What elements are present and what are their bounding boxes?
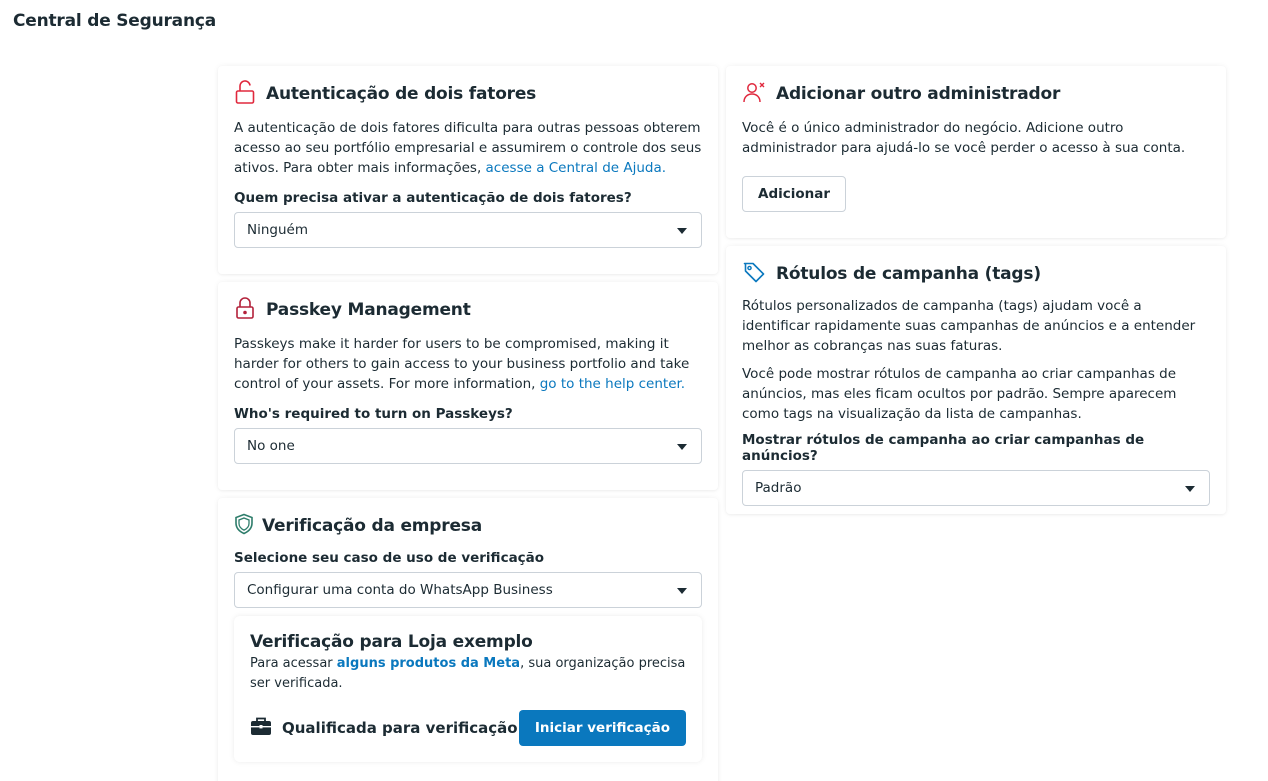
passkey-header: Passkey Management <box>234 296 702 324</box>
two-factor-card: Autenticação de dois fatores A autentica… <box>218 66 718 274</box>
meta-products-link[interactable]: alguns produtos da Meta <box>337 656 520 671</box>
eligibility-status-text: Qualificada para verificação <box>282 719 518 737</box>
person-x-icon <box>742 80 766 108</box>
two-factor-help-link[interactable]: acesse a Central de Ajuda. <box>486 160 667 176</box>
verification-selected: Configurar uma conta do WhatsApp Busines… <box>247 582 553 598</box>
tags-select[interactable]: Padrão <box>742 470 1210 506</box>
two-factor-select[interactable]: Ninguém <box>234 212 702 248</box>
tags-description-1: Rótulos personalizados de campanha (tags… <box>742 298 1196 354</box>
eligibility-status: Qualificada para verificação <box>250 716 518 740</box>
unlock-icon <box>234 80 256 108</box>
two-factor-header: Autenticação de dois fatores <box>234 80 702 108</box>
tag-icon <box>742 260 766 288</box>
verification-card: Verificação da empresa Selecione seu cas… <box>218 498 718 781</box>
chevron-down-icon <box>677 588 687 594</box>
verification-inner-text-before: Para acessar <box>250 656 337 671</box>
admin-actions: Adicionar <box>742 176 1210 212</box>
shield-icon <box>234 513 254 539</box>
admin-description: Você é o único administrador do negócio.… <box>742 120 1186 156</box>
admin-card: Adicionar outro administrador Você é o ú… <box>726 66 1226 238</box>
passkey-question: Who's required to turn on Passkeys? <box>234 406 513 422</box>
passkey-select[interactable]: No one <box>234 428 702 464</box>
passkey-help-link[interactable]: go to the help center. <box>540 376 685 392</box>
padlock-icon <box>234 296 256 324</box>
verification-inner-row: Qualificada para verificação Iniciar ver… <box>250 710 686 746</box>
page-title: Central de Segurança <box>13 11 217 31</box>
start-verification-button[interactable]: Iniciar verificação <box>518 710 686 746</box>
admin-title: Adicionar outro administrador <box>776 84 1061 104</box>
tags-selected: Padrão <box>755 480 802 496</box>
two-factor-question: Quem precisa ativar a autenticação de do… <box>234 190 632 206</box>
tags-title: Rótulos de campanha (tags) <box>776 264 1041 284</box>
passkey-description: Passkeys make it harder for users to be … <box>234 334 702 394</box>
verification-inner-card: Verificação para Loja exemplo Para acess… <box>234 616 702 762</box>
two-factor-selected: Ninguém <box>247 222 308 238</box>
tags-card: Rótulos de campanha (tags) Rótulos perso… <box>726 246 1226 514</box>
chevron-down-icon <box>677 228 687 234</box>
verification-title: Verificação da empresa <box>262 516 482 536</box>
tags-question: Mostrar rótulos de campanha ao criar cam… <box>742 432 1145 464</box>
verification-header: Verificação da empresa <box>234 513 702 539</box>
tags-header: Rótulos de campanha (tags) <box>742 262 1210 286</box>
admin-header: Adicionar outro administrador <box>742 82 1210 106</box>
chevron-down-icon <box>677 444 687 450</box>
passkey-title: Passkey Management <box>266 300 471 320</box>
verification-label: Selecione seu caso de uso de verificação <box>234 550 545 566</box>
verification-inner-text: Para acessar alguns produtos da Meta, su… <box>250 654 686 694</box>
passkey-card: Passkey Management Passkeys make it hard… <box>218 282 718 490</box>
verification-select[interactable]: Configurar uma conta do WhatsApp Busines… <box>234 572 702 608</box>
verification-inner-title: Verificação para Loja exemplo <box>250 632 533 652</box>
passkey-selected: No one <box>247 438 295 454</box>
add-admin-button[interactable]: Adicionar <box>742 176 847 212</box>
two-factor-description: A autenticação de dois fatores dificulta… <box>234 118 702 178</box>
briefcase-icon <box>250 716 272 740</box>
chevron-down-icon <box>1185 486 1195 492</box>
tags-description-2: Você pode mostrar rótulos de campanha ao… <box>742 366 1177 422</box>
two-factor-title: Autenticação de dois fatores <box>266 84 537 104</box>
